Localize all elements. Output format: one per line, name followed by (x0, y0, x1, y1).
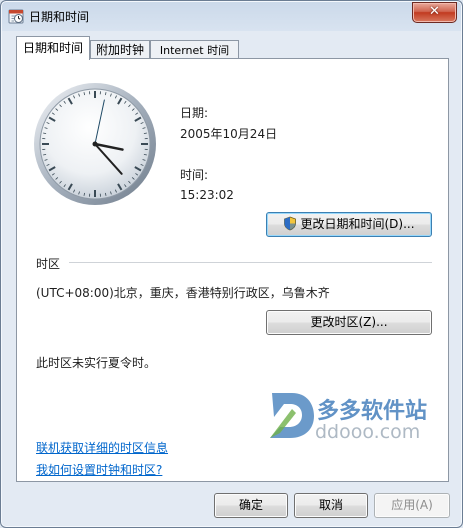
uac-shield-icon (284, 216, 297, 231)
title-bar[interactable]: 日期和时间 ✕ (1, 1, 462, 31)
clock-calendar-icon (8, 9, 24, 24)
ddooo-logo-icon (270, 393, 314, 438)
tab-panel: 日期: 2005年10月24日 时间: 15:23:02 更改日期和时间(D).… (16, 58, 449, 482)
tab-label: Internet 时间 (159, 44, 230, 57)
tab-additional-clocks[interactable]: 附加时钟 (90, 40, 150, 60)
change-timezone-label: 更改时区(Z)... (310, 315, 388, 329)
change-date-time-label: 更改日期和时间(D)... (300, 217, 415, 231)
datetime-dialog: 日期和时间 ✕ 日期和时间 附加时钟 Internet 时间 日期: 2005年… (0, 0, 463, 528)
date-value: 2005年10月24日 (180, 127, 278, 141)
analog-clock (34, 83, 156, 205)
timezone-divider (69, 262, 432, 263)
cancel-button[interactable]: 取消 (294, 493, 368, 518)
time-value: 15:23:02 (180, 188, 234, 202)
timezone-value: (UTC+08:00)北京，重庆，香港特别行政区，乌鲁木齐 (36, 286, 330, 300)
timezone-info-online-link[interactable]: 联机获取详细的时区信息 (36, 439, 168, 456)
tab-label: 日期和时间 (22, 41, 83, 55)
close-icon: ✕ (429, 4, 440, 19)
watermark-url: ddooo.com (315, 421, 421, 443)
cancel-label: 取消 (318, 498, 343, 512)
apply-label: 应用(A) (391, 498, 433, 512)
time-label: 时间: (180, 168, 209, 182)
change-date-time-button[interactable]: 更改日期和时间(D)... (266, 212, 432, 237)
close-button[interactable]: ✕ (412, 2, 457, 23)
timezone-section-label: 时区 (36, 257, 61, 271)
date-label: 日期: (180, 106, 209, 120)
tab-label: 附加时钟 (95, 43, 144, 57)
window-title: 日期和时间 (29, 10, 90, 24)
how-to-set-clock-link[interactable]: 我如何设置时钟和时区? (36, 461, 162, 478)
dst-note: 此时区未实行夏令时。 (36, 356, 157, 370)
ok-button[interactable]: 确定 (214, 493, 288, 518)
tab-date-time[interactable]: 日期和时间 (16, 36, 90, 60)
change-timezone-button[interactable]: 更改时区(Z)... (266, 310, 432, 335)
apply-button[interactable]: 应用(A) (374, 493, 450, 518)
ok-label: 确定 (238, 498, 263, 512)
tab-internet-time[interactable]: Internet 时间 (150, 40, 239, 60)
